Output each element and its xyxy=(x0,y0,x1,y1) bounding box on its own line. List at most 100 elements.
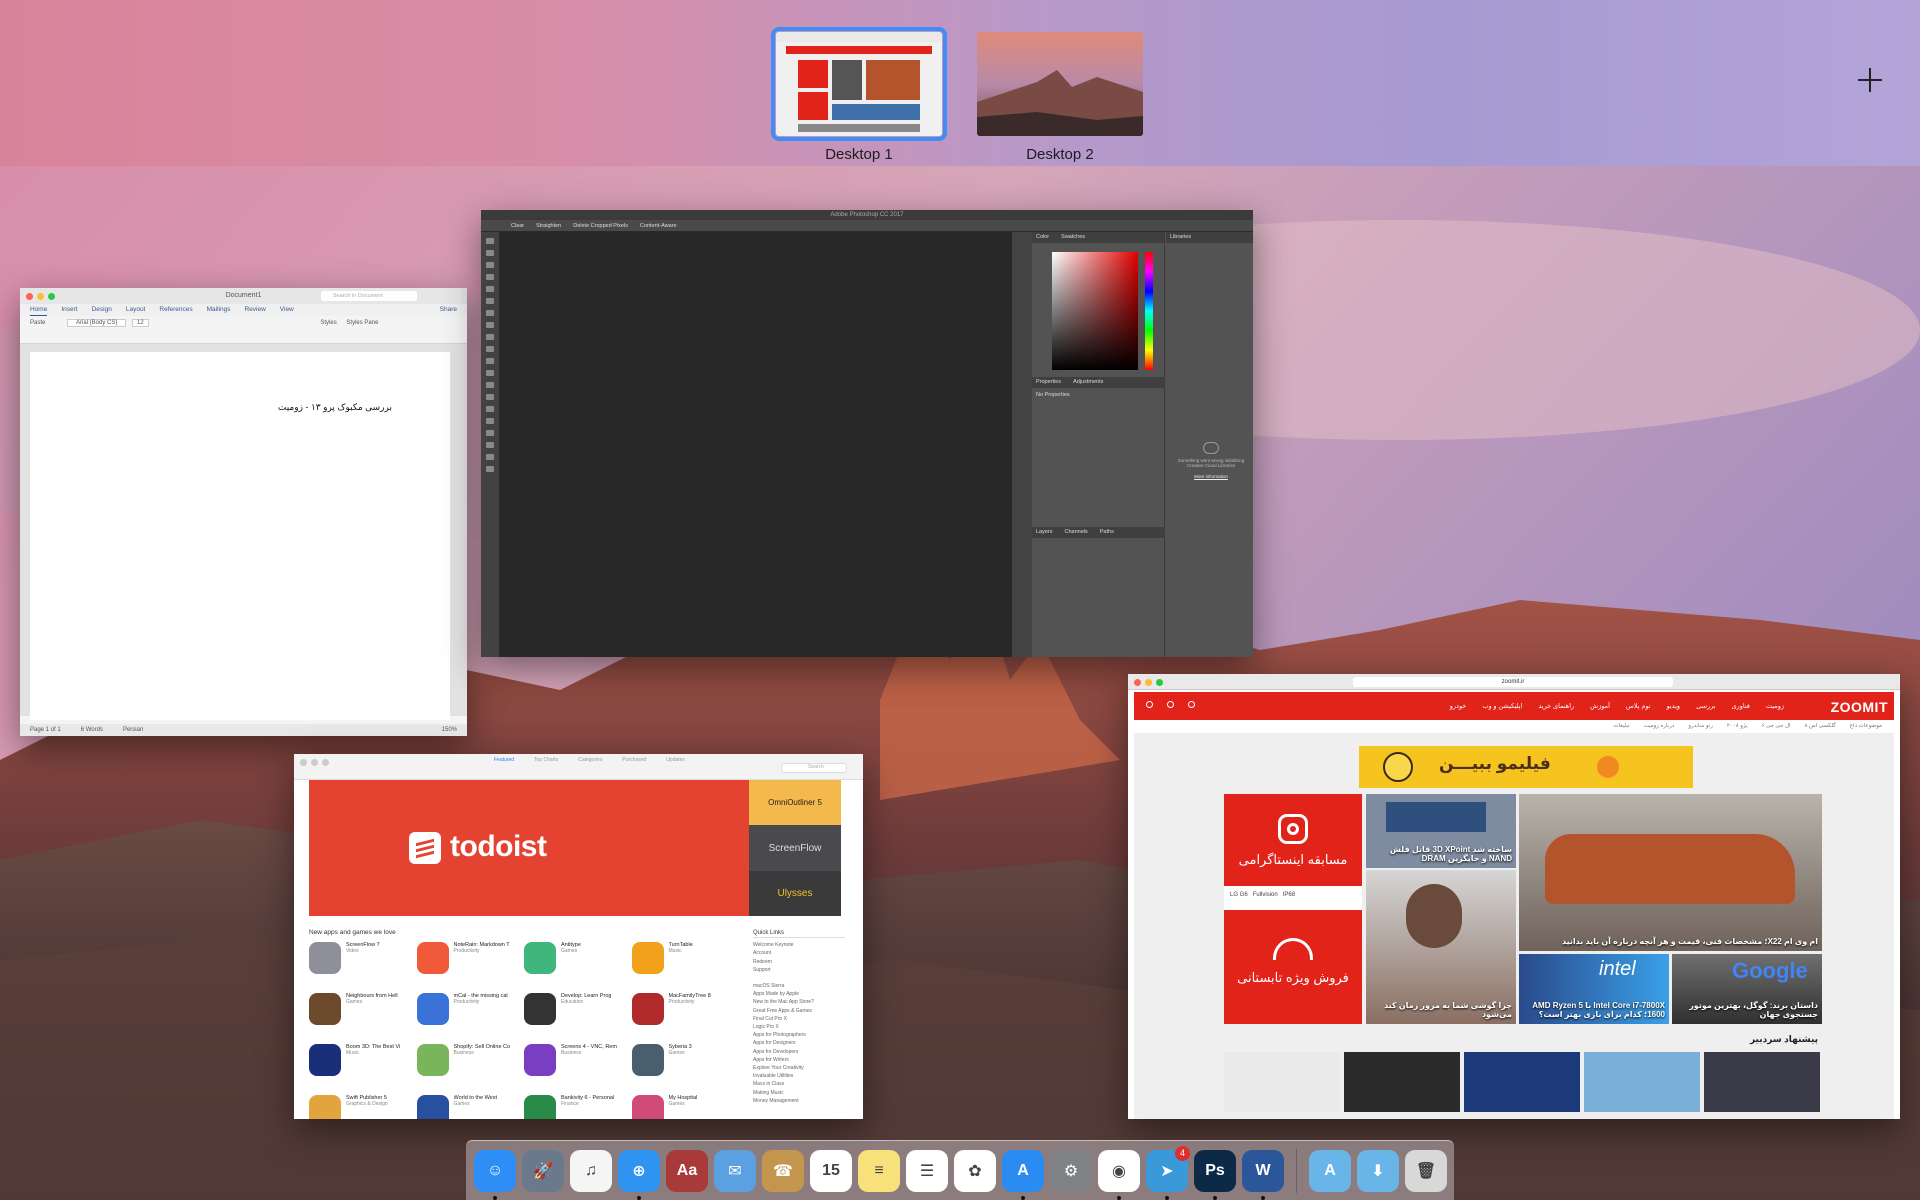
filimo-ad[interactable]: فیلیمو ببیـــن xyxy=(1359,746,1693,788)
app-item[interactable]: TurnTable Music xyxy=(631,942,740,980)
quick-link[interactable]: Invaluable Utilities xyxy=(753,1072,845,1080)
tab-home[interactable]: Home xyxy=(30,304,48,316)
quick-link[interactable]: Welcome Keynote xyxy=(753,941,845,949)
thumb-cables[interactable] xyxy=(1584,1052,1700,1112)
tab-purchased[interactable]: Purchased xyxy=(622,757,646,763)
shape-tool-icon[interactable] xyxy=(486,442,494,448)
share-icon[interactable] xyxy=(1167,701,1174,708)
tab-layout[interactable]: Layout xyxy=(126,304,146,316)
app-icon[interactable] xyxy=(631,942,664,974)
wand-tool-icon[interactable] xyxy=(486,274,494,280)
hue-slider[interactable] xyxy=(1145,252,1153,370)
safari-toolbar[interactable]: zoomit.ir xyxy=(1128,674,1900,690)
type-tool-icon[interactable] xyxy=(486,418,494,424)
close-button[interactable] xyxy=(26,293,33,300)
straighten-button[interactable]: Straighten xyxy=(536,220,561,231)
user-icon[interactable] xyxy=(1188,701,1195,708)
tab-featured[interactable]: Featured xyxy=(494,757,514,763)
search-input[interactable]: Search in Document xyxy=(321,291,417,301)
clear-button[interactable]: Clear xyxy=(511,220,524,231)
site-menu-item[interactable]: فناوری xyxy=(1731,702,1749,710)
tab-insert[interactable]: Insert xyxy=(61,304,77,316)
dock-telegram[interactable]: ➤ 4 xyxy=(1144,1145,1190,1200)
zoom-button[interactable] xyxy=(48,293,55,300)
app-item[interactable]: Boom 3D: The Best Vi Music xyxy=(309,1044,417,1082)
dock-dictionary[interactable]: Aa xyxy=(664,1148,710,1194)
space-desktop-1[interactable]: Desktop 1 xyxy=(771,27,947,163)
tab-references[interactable]: References xyxy=(159,304,192,316)
document-text[interactable]: بررسی مکبوک پرو ۱۳ - زومیت xyxy=(278,402,392,413)
tab-properties[interactable]: Properties xyxy=(1036,377,1061,388)
zoomit-logo[interactable]: ZOOMIT xyxy=(1831,699,1888,715)
quick-link[interactable]: Apps for Photographers xyxy=(753,1031,845,1039)
dock-mail[interactable]: ✉ xyxy=(712,1148,758,1194)
dock-app-store[interactable]: A xyxy=(1000,1148,1046,1200)
dock-contacts[interactable]: ☎ xyxy=(760,1148,806,1194)
app-item[interactable]: Antitype Games xyxy=(524,942,632,980)
brush-tool-icon[interactable] xyxy=(486,322,494,328)
quick-link[interactable]: Apps Made by Apple xyxy=(753,990,845,998)
space-desktop-2[interactable]: Desktop 2 xyxy=(977,32,1143,163)
close-button[interactable] xyxy=(300,759,307,766)
app-item[interactable]: mCal - the missing cal Productivity xyxy=(416,993,525,1031)
dock-calendar[interactable]: 15 xyxy=(808,1148,854,1194)
news-tile[interactable]: ساخته شد 3D XPoint قاتل فلش NAND و جایگز… xyxy=(1366,794,1516,868)
quick-link[interactable]: Making Music xyxy=(753,1089,845,1097)
tab-layers[interactable]: Layers xyxy=(1036,527,1053,538)
app-icon[interactable] xyxy=(416,1095,449,1119)
news-tile[interactable]: intel Intel Core i7-7800X با AMD Ryzen 5… xyxy=(1519,954,1669,1024)
tab-view[interactable]: View xyxy=(280,304,294,316)
app-item[interactable]: Syberia 3 Games xyxy=(631,1044,740,1082)
site-menu-item[interactable]: راهنمای خرید xyxy=(1538,702,1574,710)
tab-updates[interactable]: Updates xyxy=(666,757,685,763)
hand-tool-icon[interactable] xyxy=(486,454,494,460)
tab-categories[interactable]: Categories xyxy=(578,757,602,763)
styles-pane-button[interactable]: Styles Pane xyxy=(346,320,378,326)
dock-chrome[interactable]: ◉ xyxy=(1096,1148,1142,1200)
news-tile-featured[interactable]: ام وی ام X22؛ مشخصات فنی، قیمت و هر آنچه… xyxy=(1519,794,1822,951)
quick-link[interactable]: Apps for Designers xyxy=(753,1039,845,1047)
dock-photoshop[interactable]: Ps xyxy=(1192,1148,1238,1200)
space-thumbnail[interactable] xyxy=(771,27,947,141)
app-item[interactable]: Neighbours from Hell Games xyxy=(309,993,417,1031)
safari-window[interactable]: zoomit.ir زومیت فناوری بررسی ویدیو نوم پلاس آ… xyxy=(1128,674,1900,1119)
instagram-contest-ad[interactable]: مسابقه اینستاگرامی xyxy=(1224,794,1362,886)
app-icon[interactable] xyxy=(309,1044,341,1076)
news-tile[interactable]: Google داستان برند: گوگل، بهترین موتور ج… xyxy=(1672,954,1822,1024)
quick-link[interactable]: Apps for Writers xyxy=(753,1056,845,1064)
quick-link[interactable]: Redeem xyxy=(753,958,845,966)
tab-top-charts[interactable]: Top Charts xyxy=(534,757,558,763)
delete-cropped-checkbox[interactable]: Delete Cropped Pixels xyxy=(573,220,628,231)
app-icon[interactable] xyxy=(524,1095,556,1119)
app-icon[interactable] xyxy=(416,1044,449,1076)
app-item[interactable]: Shopify: Sell Online Co Business xyxy=(416,1044,525,1082)
site-menu-item[interactable]: نوم پلاس xyxy=(1626,702,1651,710)
quick-link[interactable]: Money Management xyxy=(753,1097,845,1105)
tab-adjustments[interactable]: Adjustments xyxy=(1073,377,1103,388)
site-menu-item[interactable]: بررسی xyxy=(1696,702,1715,710)
hot-topic-link[interactable]: موضوعات داغ xyxy=(1850,723,1882,729)
canvas-area[interactable] xyxy=(499,232,1012,657)
move-tool-icon[interactable] xyxy=(486,238,494,244)
app-store-toolbar[interactable]: Featured Top Charts Categories Purchased… xyxy=(294,754,863,780)
app-icon[interactable] xyxy=(309,1095,341,1119)
quick-link[interactable]: New to the Mac App Store? xyxy=(753,998,845,1006)
quick-link[interactable]: Great Free Apps & Games xyxy=(753,1007,845,1015)
tab-libraries[interactable]: Libraries xyxy=(1166,232,1253,243)
thumb-hyundai[interactable] xyxy=(1224,1052,1340,1112)
site-menu-item[interactable]: خودرو xyxy=(1450,702,1467,710)
app-icon[interactable] xyxy=(631,1044,664,1076)
thumb-stage[interactable] xyxy=(1464,1052,1580,1112)
share-button[interactable]: Share xyxy=(440,304,457,316)
word-window[interactable]: Document1 Search in Document Home Insert… xyxy=(20,288,467,736)
app-item[interactable]: ScreenFlow 7 Video xyxy=(309,942,417,980)
zoom-button[interactable] xyxy=(322,759,329,766)
dock-notes[interactable]: ≡ xyxy=(856,1148,902,1194)
zoom-tool-icon[interactable] xyxy=(486,466,494,472)
zoom-button[interactable] xyxy=(1156,679,1163,686)
thumb-phone[interactable] xyxy=(1344,1052,1460,1112)
styles-button[interactable]: Styles xyxy=(320,320,336,326)
minimize-button[interactable] xyxy=(311,759,318,766)
path-select-icon[interactable] xyxy=(486,430,494,436)
quick-link[interactable]: Explore Your Creativity xyxy=(753,1064,845,1072)
